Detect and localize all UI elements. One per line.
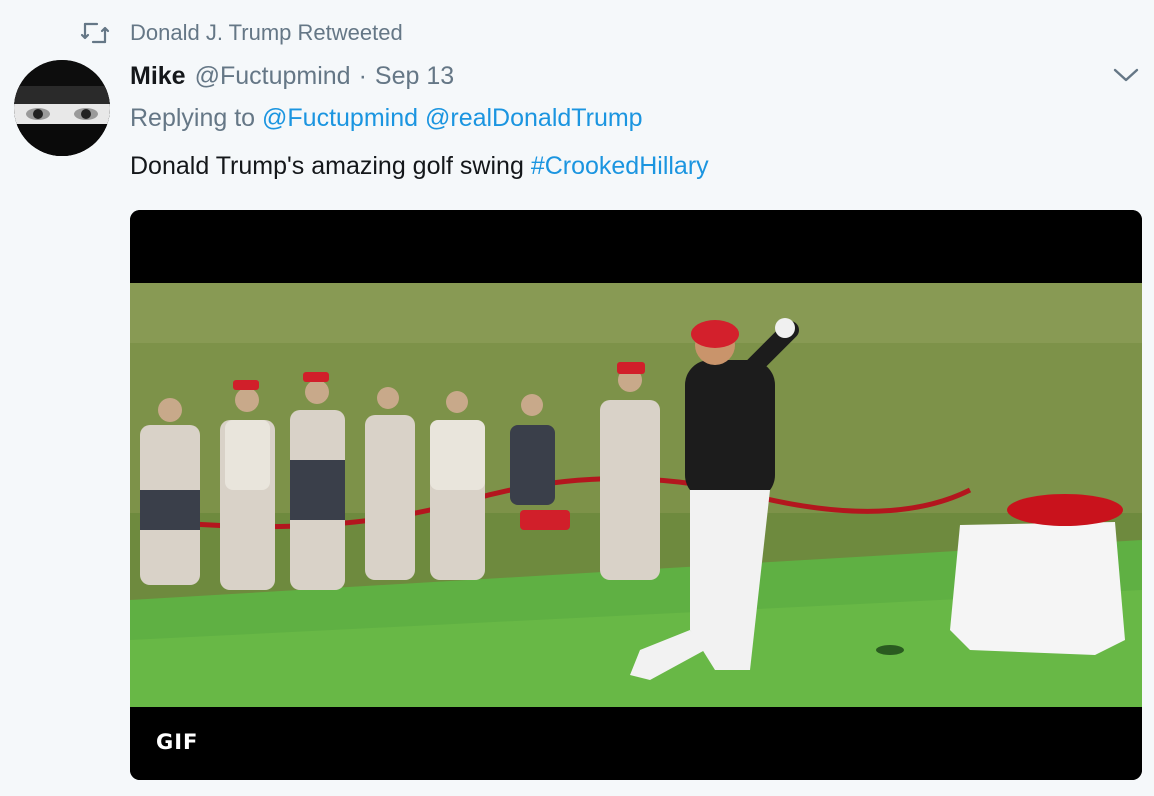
retweet-icon	[80, 21, 110, 45]
replying-prefix: Replying to	[130, 104, 256, 132]
chevron-down-icon[interactable]	[1112, 64, 1140, 86]
mention-link[interactable]: @realDonaldTrump	[425, 104, 643, 132]
separator: ·	[358, 61, 367, 90]
tweet-body: Donald Trump's amazing golf swing	[130, 152, 524, 180]
tweet-timestamp[interactable]: Sep 13	[375, 62, 454, 91]
tweet-card[interactable]: Donald J. Trump Retweeted Mike @Fuctupmi…	[0, 0, 1154, 796]
tweet-header: Mike @Fuctupmind · Sep 13	[130, 56, 454, 96]
user-name[interactable]: Mike	[130, 62, 186, 91]
user-handle[interactable]: @Fuctupmind	[195, 62, 351, 91]
avatar[interactable]	[14, 60, 110, 156]
replying-to: Replying to @Fuctupmind @realDonaldTrump	[130, 104, 643, 133]
retweet-context: Donald J. Trump Retweeted	[80, 18, 403, 48]
gif-frame	[130, 210, 1142, 780]
retweet-context-label[interactable]: Donald J. Trump Retweeted	[130, 20, 403, 46]
hashtag-link[interactable]: #CrookedHillary	[531, 152, 709, 180]
mention-link[interactable]: @Fuctupmind	[262, 104, 418, 132]
gif-media[interactable]: GIF	[130, 210, 1142, 780]
gif-badge: GIF	[156, 730, 199, 754]
tweet-text: Donald Trump's amazing golf swing #Crook…	[130, 152, 709, 181]
